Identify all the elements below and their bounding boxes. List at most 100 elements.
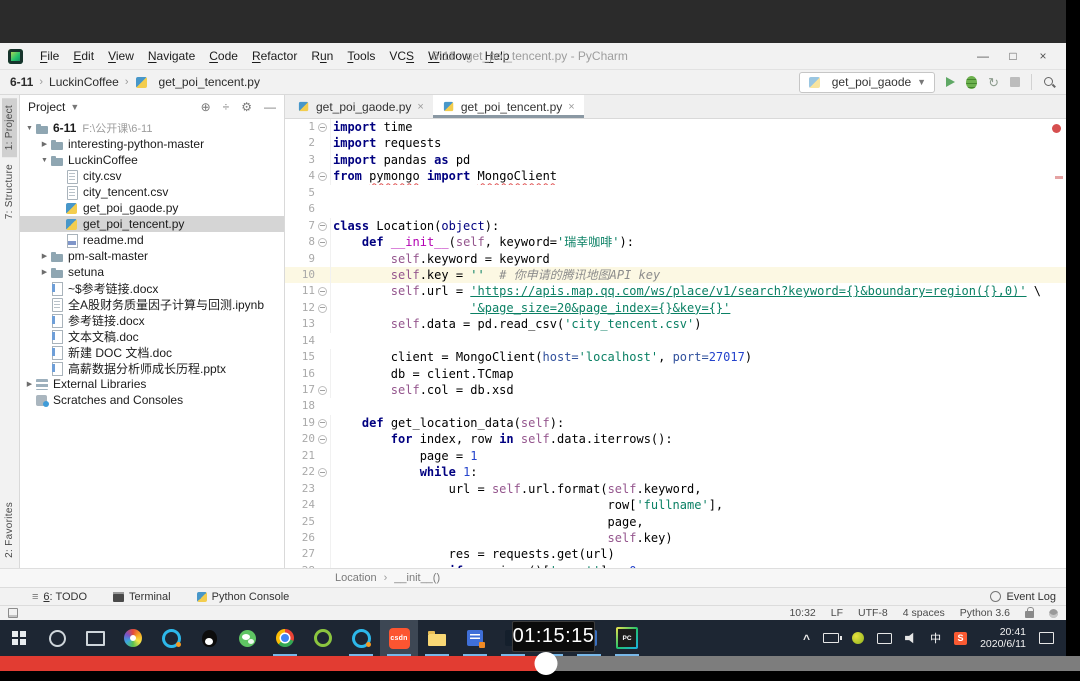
code-line-1[interactable]: 1import time: [285, 119, 1066, 135]
code-line-14[interactable]: 14: [285, 333, 1066, 349]
battery-icon[interactable]: [823, 633, 839, 643]
tree-item[interactable]: ~$参考链接.docx: [20, 280, 284, 296]
breadcrumb-item[interactable]: get_poi_tencent.py: [159, 75, 260, 89]
code-line-23[interactable]: 23 url = self.url.format(self.keyword,: [285, 481, 1066, 497]
taskbar-q-app-1[interactable]: [152, 620, 190, 656]
code-line-27[interactable]: 27 res = requests.get(url): [285, 546, 1066, 562]
toolwindow--todo[interactable]: ≡6: TODO: [32, 591, 87, 603]
expander-open-icon[interactable]: ▼: [24, 125, 35, 132]
seekbar-handle[interactable]: [535, 652, 558, 675]
toolwindow-button-project[interactable]: 1: Project: [2, 98, 17, 157]
code-line-12[interactable]: 12 '&page_size=20&page_index={}&key={}': [285, 300, 1066, 316]
code-line-5[interactable]: 5: [285, 185, 1066, 201]
tree-item[interactable]: 高薪数据分析师成长历程.pptx: [20, 360, 284, 376]
code-line-10[interactable]: 10 self.key = '' # 你申请的腾讯地图API key: [285, 267, 1066, 283]
tree-item[interactable]: 文本文稿.doc: [20, 328, 284, 344]
tree-item[interactable]: ▶pm-salt-master: [20, 248, 284, 264]
expander-closed-icon[interactable]: ▶: [39, 252, 50, 260]
expander-open-icon[interactable]: ▼: [39, 157, 50, 164]
code-line-21[interactable]: 21 page = 1: [285, 448, 1066, 464]
tree-item[interactable]: get_poi_tencent.py: [20, 216, 284, 232]
code-line-2[interactable]: 2import requests: [285, 135, 1066, 151]
toolwindow-python-console[interactable]: Python Console: [197, 591, 290, 603]
tree-item[interactable]: city.csv: [20, 168, 284, 184]
menu-view[interactable]: View: [101, 49, 141, 63]
taskbar-cortana[interactable]: [38, 620, 76, 656]
security-status-icon[interactable]: [852, 632, 864, 644]
taskbar-chrome[interactable]: [266, 620, 304, 656]
code-line-11[interactable]: 11 self.url = 'https://apis.map.qq.com/w…: [285, 283, 1066, 299]
taskbar-green-ring-app[interactable]: [304, 620, 342, 656]
taskbar-docs-app[interactable]: [456, 620, 494, 656]
code-line-15[interactable]: 15 client = MongoClient(host='localhost'…: [285, 349, 1066, 365]
status-item[interactable]: UTF-8: [858, 607, 888, 619]
coverage-button[interactable]: ↻: [988, 76, 999, 89]
editor-breadcrumb-item[interactable]: Location: [335, 572, 377, 584]
lock-icon[interactable]: [1025, 611, 1034, 618]
editor-tab[interactable]: get_poi_gaode.py×: [288, 95, 433, 118]
stop-button[interactable]: [1010, 77, 1020, 87]
code-line-16[interactable]: 16 db = client.TCmap: [285, 366, 1066, 382]
event-log-button[interactable]: Event Log: [990, 591, 1056, 603]
fold-marker-icon[interactable]: [318, 386, 327, 395]
video-seekbar[interactable]: [0, 656, 1080, 671]
tree-item[interactable]: readme.md: [20, 232, 284, 248]
action-center-icon[interactable]: [1039, 632, 1054, 644]
toolwindow-button-structure[interactable]: 7: Structure: [2, 157, 17, 226]
tab-close-icon[interactable]: ×: [568, 101, 574, 113]
code-line-18[interactable]: 18: [285, 398, 1066, 414]
toolwindow-button-favorites[interactable]: 2: Favorites: [2, 495, 17, 565]
code-line-6[interactable]: 6: [285, 201, 1066, 217]
project-panel-title[interactable]: Project: [28, 100, 65, 114]
taskbar-q-app-2[interactable]: [342, 620, 380, 656]
gear-icon[interactable]: ⚙: [241, 100, 252, 114]
breadcrumb-item[interactable]: 6-11: [10, 75, 33, 89]
taskbar-wechat[interactable]: [228, 620, 266, 656]
code-line-4[interactable]: 4from pymongo import MongoClient: [285, 168, 1066, 184]
fold-marker-icon[interactable]: [318, 123, 327, 132]
menu-edit[interactable]: Edit: [66, 49, 101, 63]
taskbar-start[interactable]: [0, 620, 38, 656]
tray-expand-icon[interactable]: ^: [803, 632, 810, 646]
code-area[interactable]: 1import time2import requests3import pand…: [285, 119, 1066, 568]
fold-marker-icon[interactable]: [318, 238, 327, 247]
tree-item[interactable]: 全A股财务质量因子计算与回测.ipynb: [20, 296, 284, 312]
code-line-8[interactable]: 8 def __init__(self, keyword='瑞幸咖啡'):: [285, 234, 1066, 250]
status-item[interactable]: 4 spaces: [903, 607, 945, 619]
taskbar-clock[interactable]: 20:41 2020/6/11: [980, 626, 1026, 650]
editor-tab[interactable]: get_poi_tencent.py×: [433, 95, 584, 118]
tree-item[interactable]: ▼LuckinCoffee: [20, 152, 284, 168]
hide-panel-icon[interactable]: —: [264, 100, 276, 114]
code-line-17[interactable]: 17 self.col = db.xsd: [285, 382, 1066, 398]
fold-marker-icon[interactable]: [318, 304, 327, 313]
search-everywhere-icon[interactable]: [1043, 76, 1056, 89]
maximize-button[interactable]: □: [998, 49, 1028, 63]
error-stripe-mark[interactable]: [1055, 176, 1063, 179]
code-line-28[interactable]: 28 if res.json()['count'] > 0:: [285, 563, 1066, 568]
hector-icon[interactable]: [1049, 609, 1058, 618]
code-line-9[interactable]: 9 self.keyword = keyword: [285, 251, 1066, 267]
code-line-25[interactable]: 25 page,: [285, 514, 1066, 530]
fold-marker-icon[interactable]: [318, 172, 327, 181]
fold-marker-icon[interactable]: [318, 222, 327, 231]
tree-item[interactable]: ▼6-11F:\公开课\6-11: [20, 120, 284, 136]
toolwindow-toggle-icon[interactable]: [8, 608, 18, 618]
run-button[interactable]: [946, 77, 955, 87]
fold-marker-icon[interactable]: [318, 468, 327, 477]
taskbar-task-view[interactable]: [76, 620, 114, 656]
run-configuration-select[interactable]: get_poi_gaode ▼: [799, 72, 935, 93]
tree-item[interactable]: Scratches and Consoles: [20, 392, 284, 408]
menu-refactor[interactable]: Refactor: [245, 49, 304, 63]
fold-marker-icon[interactable]: [318, 287, 327, 296]
tree-item[interactable]: 参考链接.docx: [20, 312, 284, 328]
menu-navigate[interactable]: Navigate: [141, 49, 202, 63]
fold-marker-icon[interactable]: [318, 435, 327, 444]
ime-indicator[interactable]: 中: [930, 630, 941, 646]
code-line-19[interactable]: 19 def get_location_data(self):: [285, 415, 1066, 431]
taskbar-media-wheel-app[interactable]: [114, 620, 152, 656]
status-item[interactable]: 10:32: [789, 607, 815, 619]
menu-file[interactable]: File: [33, 49, 66, 63]
locate-file-icon[interactable]: ⊕: [201, 100, 211, 114]
display-icon[interactable]: [877, 633, 892, 644]
taskbar-qq[interactable]: [190, 620, 228, 656]
